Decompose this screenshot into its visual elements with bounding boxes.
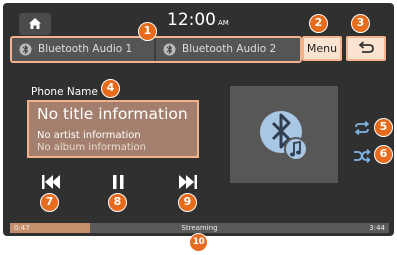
callout-6: 6 <box>374 145 393 164</box>
callout-9: 9 <box>178 193 197 212</box>
clock: 12:00 AM <box>167 10 229 33</box>
callout-4: 4 <box>101 79 120 98</box>
previous-button[interactable] <box>39 173 63 191</box>
repeat-button[interactable] <box>353 120 371 136</box>
back-button[interactable] <box>346 36 386 61</box>
bluetooth-audio-icon <box>163 43 176 56</box>
shuffle-icon <box>354 148 371 164</box>
pause-button[interactable] <box>106 173 130 191</box>
skip-next-icon <box>179 175 197 189</box>
callout-7: 7 <box>40 193 59 212</box>
back-arrow-icon <box>358 41 374 53</box>
callout-1: 1 <box>138 22 157 41</box>
clock-ampm: AM <box>218 19 229 27</box>
next-button[interactable] <box>176 173 200 191</box>
source-tab-bluetooth-audio-2[interactable]: Bluetooth Audio 2 <box>156 38 300 61</box>
media-screen: 12:00 AM Bluetooth Audio 1 Bluetooth Audi… <box>3 3 394 236</box>
track-album: No album information <box>37 142 147 153</box>
shuffle-button[interactable] <box>353 148 371 164</box>
track-info-box: No title information No artist informati… <box>27 100 199 158</box>
callout-8: 8 <box>108 193 127 212</box>
progress-bar[interactable]: 0:47 Streaming 3:44 <box>10 223 389 233</box>
callout-10: 10 <box>189 233 208 252</box>
track-artist: No artist information <box>37 130 141 141</box>
skip-previous-icon <box>42 175 60 189</box>
track-title: No title information <box>37 105 188 123</box>
clock-time: 12:00 <box>167 10 216 30</box>
home-icon <box>29 18 41 29</box>
album-art <box>230 86 338 183</box>
streaming-label: Streaming <box>181 224 218 232</box>
home-button[interactable] <box>19 13 51 35</box>
bluetooth-music-icon <box>260 111 308 161</box>
source-tab-label: Bluetooth Audio 2 <box>182 43 277 55</box>
callout-5: 5 <box>374 118 393 137</box>
callout-3: 3 <box>351 14 370 33</box>
source-tab-bluetooth-audio-1[interactable]: Bluetooth Audio 1 <box>12 38 154 61</box>
source-tabs: Bluetooth Audio 1 Bluetooth Audio 2 <box>10 36 302 63</box>
phone-name: Phone Name <box>31 86 98 98</box>
pause-icon <box>113 175 124 189</box>
source-tab-label: Bluetooth Audio 1 <box>38 43 133 55</box>
total-time: 3:44 <box>369 224 385 232</box>
repeat-icon <box>354 120 370 136</box>
callout-2: 2 <box>309 14 328 33</box>
menu-button[interactable]: Menu <box>302 36 342 61</box>
bluetooth-audio-icon <box>19 43 32 56</box>
